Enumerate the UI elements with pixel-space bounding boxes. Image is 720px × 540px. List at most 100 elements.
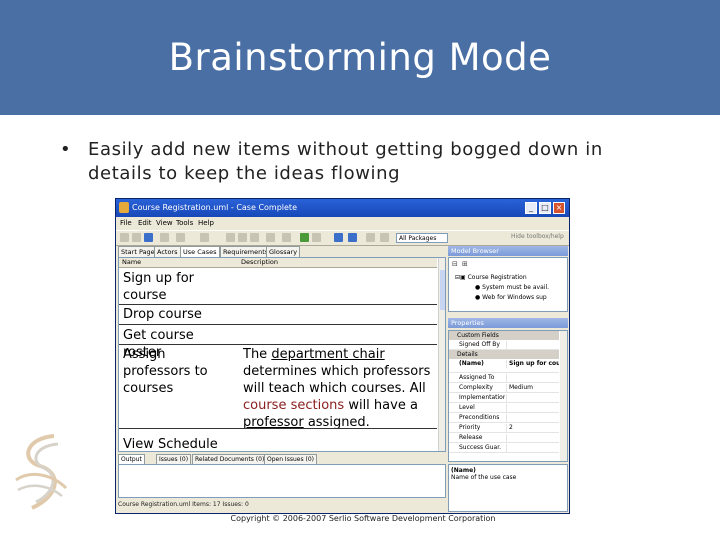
property-category[interactable]: Custom Fields	[449, 331, 559, 340]
package-combo[interactable]: All Packages	[396, 233, 448, 243]
tab-related-documents[interactable]: Related Documents (0)	[192, 454, 268, 464]
properties-scrollbar[interactable]	[560, 331, 567, 461]
tree-item-label: Course Registration	[467, 274, 527, 281]
desc-text: The	[243, 347, 272, 362]
use-case-name[interactable]: Sign up for course	[123, 270, 235, 304]
collapse-icon[interactable]: ⊟	[452, 260, 458, 268]
cut-icon[interactable]	[226, 233, 235, 242]
property-value[interactable]: Sign up for cou	[506, 360, 559, 368]
use-case-name[interactable]: Assign professors to courses	[123, 346, 235, 397]
find-icon[interactable]	[312, 233, 321, 242]
property-row[interactable]: Success Guar.	[449, 443, 559, 453]
open-icon[interactable]	[132, 233, 141, 242]
check-icon[interactable]	[300, 233, 309, 242]
property-value[interactable]	[506, 414, 559, 422]
column-header-description[interactable]: Description	[241, 258, 278, 266]
menu-view[interactable]: View	[156, 219, 173, 227]
window-title: Course Registration.uml - Case Complete	[132, 203, 297, 212]
property-value[interactable]: Medium	[506, 384, 559, 392]
tab-start-page[interactable]: Start Page	[118, 246, 158, 257]
paste-icon[interactable]	[250, 233, 259, 242]
property-value[interactable]: 2	[506, 424, 559, 432]
editor-tabs: Start Page Actors Use Cases Requirements…	[118, 246, 446, 257]
font-bigger-icon[interactable]	[366, 233, 375, 242]
property-row[interactable]: Implementation	[449, 393, 559, 403]
property-value[interactable]	[506, 444, 559, 452]
property-row[interactable]: Priority 2	[449, 423, 559, 433]
use-case-name[interactable]: View Schedule	[123, 436, 235, 451]
tree-item[interactable]: ⊟▣ Course Registration	[455, 274, 527, 281]
menu-help[interactable]: Help	[198, 219, 214, 227]
tree-item-label: System must be avail.	[482, 284, 550, 291]
tree-item[interactable]: ● System must be avail.	[475, 284, 549, 291]
use-case-grid: Name Description Sign up for course Drop…	[118, 257, 446, 452]
tab-output[interactable]: Output	[118, 454, 145, 464]
property-row[interactable]: (Name) Sign up for cou	[449, 359, 559, 373]
close-button[interactable]: ×	[553, 202, 565, 214]
properties-icon[interactable]: ⊞	[462, 260, 468, 268]
desc-text: will have a	[344, 398, 418, 413]
right-panels: Model Browser ⊟ ⊞ ⊟▣ Course Registration…	[448, 246, 568, 514]
property-row[interactable]: Release	[449, 433, 559, 443]
property-row[interactable]: Assigned To	[449, 373, 559, 383]
copyright-text: Copyright © 2006-2007 Serlio Software De…	[230, 514, 496, 523]
tab-issues[interactable]: Issues (0)	[156, 454, 192, 464]
model-browser-tree: ⊟ ⊞ ⊟▣ Course Registration ● System must…	[448, 257, 568, 312]
minimize-button[interactable]: _	[525, 202, 537, 214]
property-row[interactable]: Preconditions	[449, 413, 559, 423]
grid-header: Name Description	[119, 258, 437, 268]
menu-tools[interactable]: Tools	[176, 219, 193, 227]
property-description: (Name) Name of the use case	[448, 464, 568, 512]
tab-open-issues[interactable]: Open Issues (0)	[264, 454, 317, 464]
grid-scrollbar[interactable]	[438, 258, 445, 451]
properties-header: Properties	[448, 318, 568, 328]
tab-use-cases[interactable]: Use Cases	[180, 246, 220, 257]
property-row[interactable]: Signed Off By	[449, 340, 559, 350]
property-key: Implementation	[459, 394, 505, 401]
model-browser-header: Model Browser	[448, 246, 568, 256]
redo-icon[interactable]	[200, 233, 209, 242]
property-description-title: (Name)	[451, 467, 476, 474]
output-pane[interactable]	[118, 464, 446, 498]
property-key: Success Guar.	[459, 444, 502, 451]
menu-bar: File Edit View Tools Help	[116, 217, 569, 230]
property-value[interactable]	[506, 434, 559, 442]
use-case-name[interactable]: Drop course	[123, 306, 235, 323]
property-key: Assigned To	[459, 374, 495, 381]
remove-icon[interactable]	[348, 233, 357, 242]
property-key: Priority	[459, 424, 481, 431]
property-value[interactable]	[506, 404, 559, 412]
tab-actors[interactable]: Actors	[154, 246, 181, 257]
use-case-description[interactable]: The department chair determines which pr…	[243, 346, 438, 431]
new-icon[interactable]	[120, 233, 129, 242]
delete-icon[interactable]	[266, 233, 275, 242]
font-smaller-icon[interactable]	[380, 233, 389, 242]
menu-file[interactable]: File	[120, 219, 132, 227]
property-key: Complexity	[459, 384, 493, 391]
scrollbar-thumb[interactable]	[440, 270, 445, 310]
tree-item[interactable]: ● Web for Windows sup	[475, 294, 547, 301]
copy-icon[interactable]	[238, 233, 247, 242]
add-icon[interactable]	[334, 233, 343, 242]
row-divider	[119, 324, 437, 325]
toolbar: All Packages Hide toolbox/help	[116, 230, 569, 246]
maximize-button[interactable]: □	[539, 202, 551, 214]
menu-edit[interactable]: Edit	[138, 219, 152, 227]
slide-title: Brainstorming Mode	[168, 36, 552, 79]
property-row[interactable]: Complexity Medium	[449, 383, 559, 393]
tab-requirements[interactable]: Requirements	[220, 246, 272, 257]
property-value[interactable]	[506, 341, 559, 349]
property-value[interactable]	[506, 374, 559, 382]
tab-glossary[interactable]: Glossary	[266, 246, 301, 257]
save-icon[interactable]	[144, 233, 153, 242]
format-icon[interactable]	[282, 233, 291, 242]
property-category[interactable]: Details	[449, 350, 559, 359]
toolbox-toggle[interactable]: Hide toolbox/help	[511, 233, 564, 240]
property-key: (Name)	[459, 360, 484, 367]
undo-icon[interactable]	[176, 233, 185, 242]
print-icon[interactable]	[160, 233, 169, 242]
column-header-name[interactable]: Name	[122, 258, 141, 266]
property-row[interactable]: Level	[449, 403, 559, 413]
glossary-link[interactable]: department chair	[271, 347, 384, 362]
property-value[interactable]	[506, 394, 559, 402]
